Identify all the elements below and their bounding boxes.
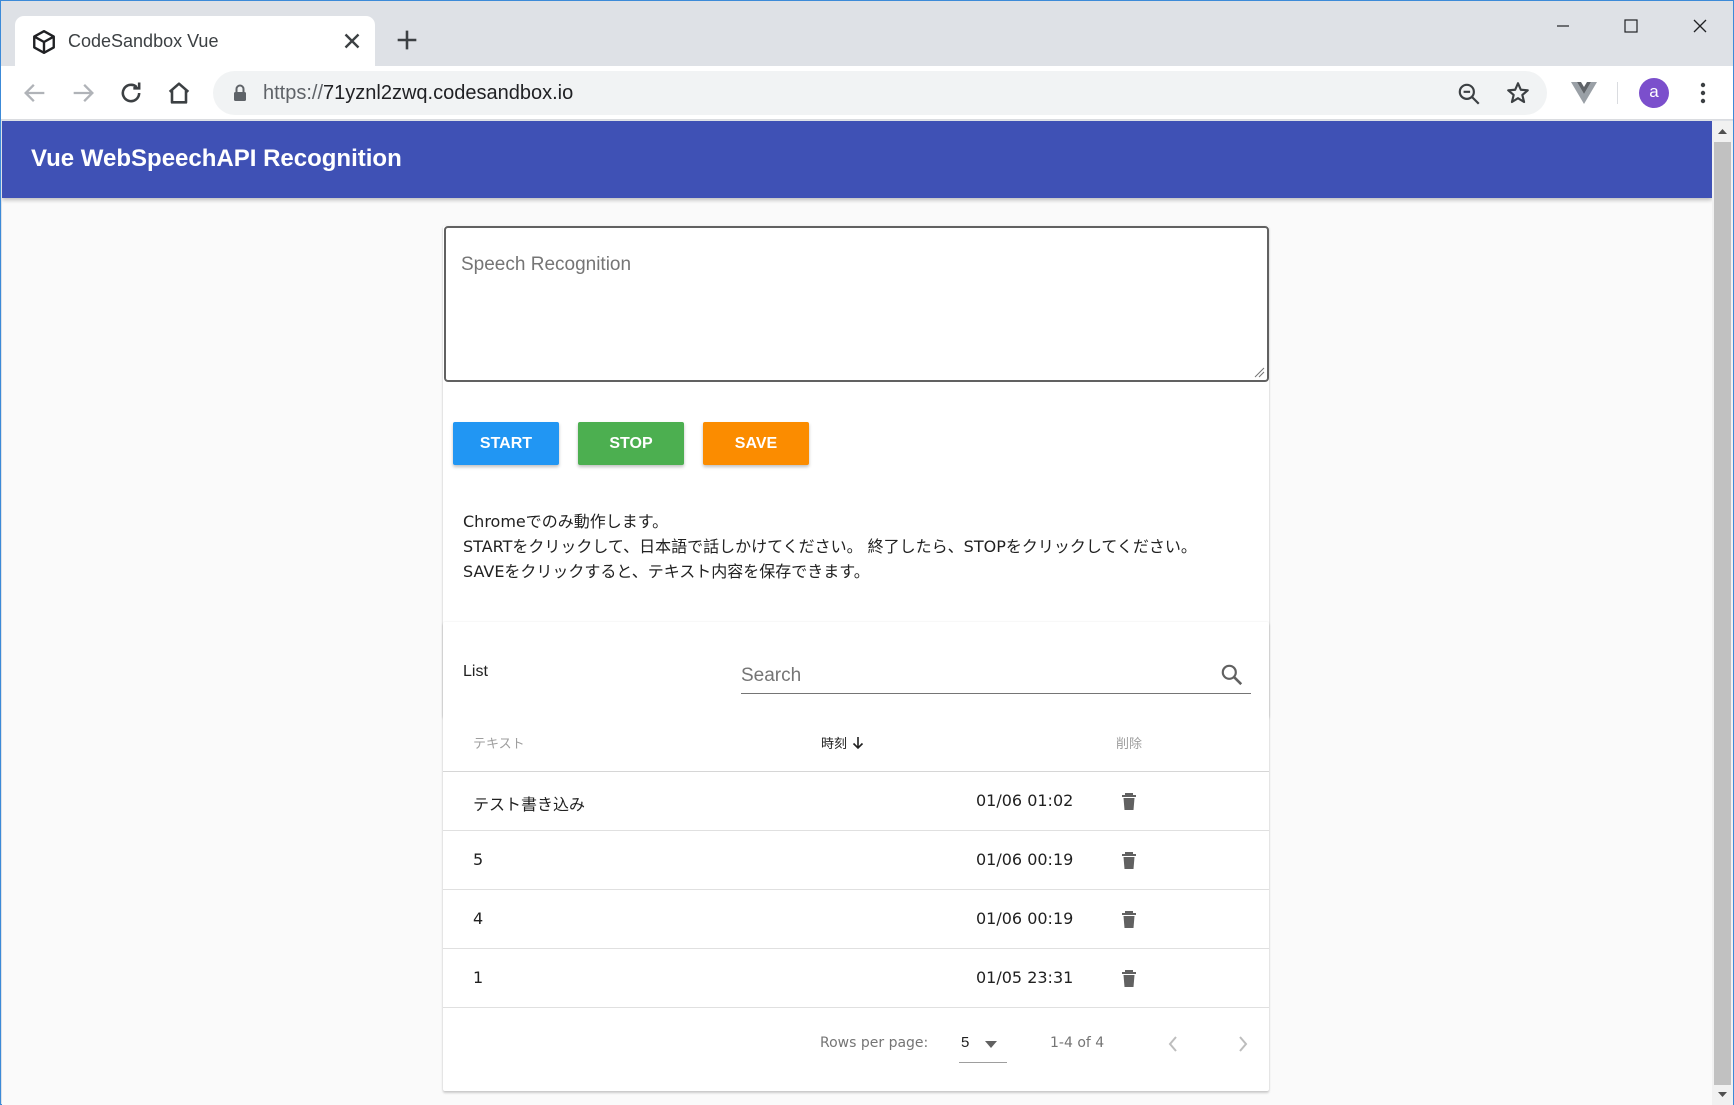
table-row: テスト書き込み 01/06 01:02 (443, 773, 1269, 831)
url-host: 71yznl2zwq.codesandbox.io (323, 82, 574, 104)
scroll-up-icon[interactable] (1712, 121, 1733, 142)
column-header-text[interactable]: テキスト (473, 733, 525, 752)
chevron-right-icon[interactable] (1231, 1031, 1255, 1057)
save-button[interactable]: SAVE (703, 422, 809, 465)
profile-avatar[interactable]: a (1639, 78, 1669, 108)
list-card: List Search テキスト 時刻 削除 テスト書き込み 01/06 01:… (443, 622, 1269, 1091)
close-icon[interactable] (339, 28, 365, 54)
help-line: STARTをクリックして、日本語で話しかけてください。 終了したら、STOPをク… (463, 537, 1197, 556)
home-icon[interactable] (165, 79, 193, 107)
resize-grip-icon[interactable] (1253, 366, 1265, 378)
table-row: 5 01/06 00:19 (443, 832, 1269, 890)
scroll-down-icon[interactable] (1712, 1084, 1733, 1105)
table-row: 1 01/05 23:31 (443, 950, 1269, 1008)
help-line: SAVEをクリックすると、テキスト内容を保存できます。 (463, 562, 870, 581)
speech-textarea[interactable] (444, 226, 1269, 382)
codesandbox-favicon-icon (33, 29, 55, 55)
scroll-thumb[interactable] (1714, 142, 1731, 1085)
help-text: Chromeでのみ動作します。 STARTをクリックして、日本語で話しかけてくだ… (463, 509, 1197, 584)
window-close-icon[interactable] (1677, 11, 1723, 41)
tab-strip: CodeSandbox Vue (1, 1, 1733, 66)
maximize-icon[interactable] (1608, 11, 1654, 41)
app-bar: Vue WebSpeechAPI Recognition (2, 121, 1712, 198)
page-viewport: Vue WebSpeechAPI Recognition START STOP … (2, 121, 1712, 1105)
row-time: 01/06 00:19 (976, 909, 1074, 928)
table-row: 4 01/06 00:19 (443, 891, 1269, 949)
kebab-menu-icon[interactable] (1691, 79, 1715, 107)
rows-per-page-select[interactable]: 5 (959, 1025, 1007, 1063)
browser-window: CodeSandbox Vue https://71yznl2zwq.codes… (0, 0, 1734, 1105)
browser-toolbar: https://71yznl2zwq.codesandbox.io a (1, 66, 1733, 120)
trash-icon[interactable] (1119, 791, 1139, 813)
row-time: 01/06 01:02 (976, 791, 1074, 810)
column-header-time-label: 時刻 (821, 737, 848, 752)
back-arrow-icon[interactable] (21, 79, 49, 107)
app-title: Vue WebSpeechAPI Recognition (31, 145, 402, 172)
lock-icon[interactable] (231, 83, 249, 103)
plus-icon[interactable] (393, 26, 421, 54)
url-scheme: https:// (263, 82, 324, 104)
trash-icon[interactable] (1119, 968, 1139, 990)
zoom-out-icon[interactable] (1456, 81, 1482, 107)
row-text: 4 (473, 909, 484, 928)
toolbar-divider (1617, 82, 1618, 104)
page-range: 1-4 of 4 (1050, 1035, 1105, 1051)
browser-tab[interactable]: CodeSandbox Vue (15, 16, 375, 66)
trash-icon[interactable] (1119, 909, 1139, 931)
list-title: List (463, 663, 488, 680)
start-button[interactable]: START (453, 422, 559, 465)
rows-per-page-value: 5 (961, 1034, 970, 1051)
row-text: 5 (473, 850, 484, 869)
row-text: 1 (473, 968, 484, 987)
row-time: 01/05 23:31 (976, 968, 1074, 987)
table-header: テキスト 時刻 削除 (443, 710, 1269, 772)
reload-icon[interactable] (117, 79, 145, 107)
column-header-time[interactable]: 時刻 (821, 733, 865, 752)
table-footer: Rows per page: 5 1-4 of 4 (443, 1011, 1269, 1091)
minimize-icon[interactable] (1540, 11, 1586, 41)
trash-icon[interactable] (1119, 850, 1139, 872)
stop-button[interactable]: STOP (578, 422, 684, 465)
dropdown-arrow-icon (985, 1041, 997, 1048)
search-icon[interactable] (1219, 662, 1245, 688)
search-input[interactable]: Search (741, 662, 1251, 694)
star-icon[interactable] (1505, 80, 1531, 106)
page-scrollbar[interactable] (1712, 121, 1733, 1105)
address-bar[interactable]: https://71yznl2zwq.codesandbox.io (213, 71, 1547, 115)
rows-per-page-label: Rows per page: (820, 1035, 929, 1051)
column-header-delete: 削除 (1116, 737, 1143, 752)
sort-arrow-down-icon (852, 737, 864, 750)
forward-arrow-icon[interactable] (69, 79, 97, 107)
url-text: https://71yznl2zwq.codesandbox.io (263, 82, 573, 105)
row-text: テスト書き込み (473, 795, 586, 814)
tab-title: CodeSandbox Vue (68, 31, 219, 51)
search-label: Search (741, 665, 802, 686)
help-line: Chromeでのみ動作します。 (463, 512, 669, 531)
vue-devtools-icon[interactable] (1570, 80, 1598, 106)
chevron-left-icon[interactable] (1161, 1031, 1185, 1057)
row-time: 01/06 00:19 (976, 850, 1074, 869)
